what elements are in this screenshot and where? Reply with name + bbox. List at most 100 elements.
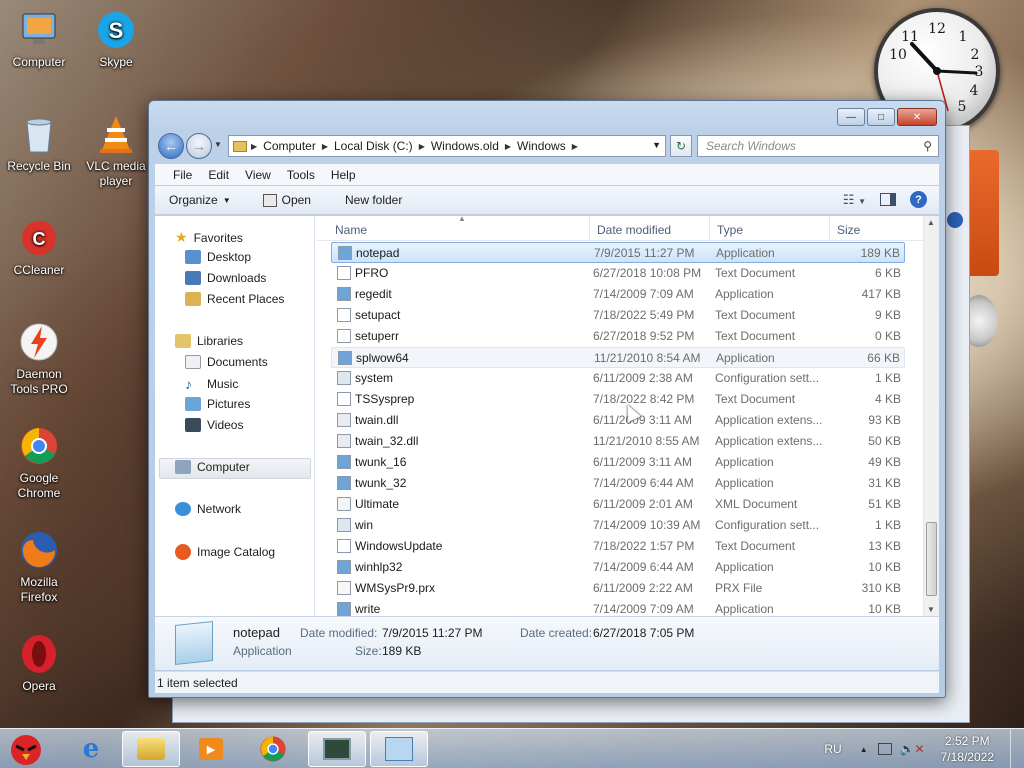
- taskbar-control-panel-button[interactable]: [370, 731, 428, 767]
- back-button[interactable]: ←: [158, 133, 184, 159]
- file-row[interactable]: twunk_32 7/14/2009 6:44 AM Application 31 K…: [331, 473, 905, 494]
- nav-pictures[interactable]: Pictures: [185, 397, 250, 411]
- refresh-button[interactable]: ↻: [670, 135, 692, 157]
- menu-file[interactable]: File: [165, 168, 200, 182]
- file-row[interactable]: splwow64 11/21/2010 8:54 AM Application 66 …: [331, 347, 905, 368]
- file-row[interactable]: setupact 7/18/2022 5:49 PM Text Document 9 …: [331, 305, 905, 326]
- volume-muted-icon[interactable]: 🔈✕: [900, 742, 925, 756]
- file-row[interactable]: winhlp32 7/14/2009 6:44 AM Application 10 K…: [331, 557, 905, 578]
- scroll-thumb[interactable]: [926, 522, 937, 596]
- desktop-icon-daemon-tools[interactable]: Daemon Tools PRO: [1, 320, 77, 397]
- taskbar-explorer-button[interactable]: [122, 731, 180, 767]
- breadcrumb-windows-old[interactable]: Windows.old: [425, 139, 505, 153]
- desktop-icon-vlc[interactable]: VLC media player: [78, 112, 154, 189]
- nav-favorites[interactable]: ★ Favorites: [175, 229, 243, 246]
- nav-libraries[interactable]: Libraries: [175, 334, 243, 348]
- recent-pages-icon[interactable]: ▼: [214, 140, 222, 149]
- desktop-icon-computer[interactable]: Computer: [1, 8, 77, 70]
- taskbar-chrome-button[interactable]: [244, 731, 302, 767]
- taskbar-ie-button[interactable]: e: [62, 731, 120, 767]
- details-file-name: notepad: [233, 625, 280, 640]
- preview-pane-icon[interactable]: [880, 193, 896, 206]
- clock-tray[interactable]: 2:52 PM 7/18/2022: [941, 733, 994, 765]
- file-row[interactable]: regedit 7/14/2009 7:09 AM Application 417 K…: [331, 284, 905, 305]
- computer-icon: [17, 8, 61, 52]
- desktop-icon-chrome[interactable]: Google Chrome: [1, 424, 77, 501]
- new-folder-button[interactable]: New folder: [335, 193, 412, 207]
- explorer-window[interactable]: — □ ✕ ← → ▼ ▶ Computer ▶ Local Disk (C:)…: [148, 100, 946, 698]
- file-row[interactable]: twunk_16 6/11/2009 3:11 AM Application 49 K…: [331, 452, 905, 473]
- file-row[interactable]: twain_32.dll 11/21/2010 8:55 AM Applicatio…: [331, 431, 905, 452]
- search-icon[interactable]: ⚲: [923, 139, 932, 153]
- file-row[interactable]: notepad 7/9/2015 11:27 PM Application 189 K…: [331, 242, 905, 263]
- desktop-icon-recycle-bin[interactable]: Recycle Bin: [1, 112, 77, 174]
- address-bar[interactable]: ▶ Computer ▶ Local Disk (C:) ▶ Windows.o…: [228, 135, 666, 157]
- column-divider[interactable]: [829, 216, 830, 241]
- breadcrumb-computer[interactable]: Computer: [257, 139, 322, 153]
- file-row[interactable]: PFRO 6/27/2018 10:08 PM Text Document 6 KB: [331, 263, 905, 284]
- desktop-icon-opera[interactable]: Opera: [1, 632, 77, 694]
- vertical-scrollbar[interactable]: ▲ ▼: [923, 216, 939, 616]
- file-row[interactable]: setuperr 6/27/2018 9:52 PM Text Document 0 …: [331, 326, 905, 347]
- help-icon[interactable]: ?: [910, 191, 927, 208]
- column-type[interactable]: Type: [717, 223, 743, 237]
- nav-image-catalog[interactable]: Image Catalog: [175, 544, 275, 560]
- organize-button[interactable]: Organize ▼: [155, 193, 241, 207]
- chevron-right-icon[interactable]: ▶: [572, 142, 578, 151]
- nav-documents[interactable]: Documents: [185, 355, 268, 369]
- file-row[interactable]: WMSysPr9.prx 6/11/2009 2:22 AM PRX File 310…: [331, 578, 905, 599]
- taskbar-media-button[interactable]: ▶: [182, 731, 240, 767]
- text-document-icon: [337, 266, 351, 280]
- file-row[interactable]: Ultimate 6/11/2009 2:01 AM XML Document 51 …: [331, 494, 905, 515]
- file-date-modified: 11/21/2010 8:55 AM: [593, 434, 700, 448]
- breadcrumb-windows[interactable]: Windows: [511, 139, 572, 153]
- desktop-icon-ccleaner[interactable]: C CCleaner: [1, 216, 77, 278]
- language-indicator[interactable]: RU: [824, 742, 841, 756]
- file-row[interactable]: WindowsUpdate 7/18/2022 1:57 PM Text Docum…: [331, 536, 905, 557]
- svg-text:11: 11: [901, 29, 919, 45]
- nav-recent-places[interactable]: Recent Places: [185, 292, 284, 306]
- open-icon: [262, 193, 277, 207]
- nav-music[interactable]: ♪ Music: [185, 376, 238, 392]
- menu-edit[interactable]: Edit: [200, 168, 237, 182]
- breadcrumb-local-disk[interactable]: Local Disk (C:): [328, 139, 419, 153]
- menu-view[interactable]: View: [237, 168, 279, 182]
- network-tray-icon[interactable]: [877, 743, 892, 755]
- nav-network[interactable]: Network: [175, 502, 241, 516]
- menu-tools[interactable]: Tools: [279, 168, 323, 182]
- nav-computer[interactable]: Computer: [175, 460, 250, 474]
- view-options-icon[interactable]: ☷ ▼: [843, 192, 866, 208]
- column-name[interactable]: Name: [335, 223, 367, 237]
- column-divider[interactable]: [709, 216, 710, 241]
- maximize-button[interactable]: □: [867, 108, 895, 126]
- desktop-icon-firefox[interactable]: Mozilla Firefox: [1, 528, 77, 605]
- file-row[interactable]: twain.dll 6/11/2009 3:11 AM Application ex…: [331, 410, 905, 431]
- column-size[interactable]: Size: [837, 223, 860, 237]
- file-row[interactable]: TSSysprep 7/18/2022 8:42 PM Text Document 4…: [331, 389, 905, 410]
- column-divider[interactable]: [589, 216, 590, 241]
- search-input[interactable]: Search Windows ⚲: [697, 135, 939, 157]
- address-dropdown-icon[interactable]: ▼: [652, 140, 661, 150]
- nav-downloads[interactable]: Downloads: [185, 271, 266, 285]
- menu-help[interactable]: Help: [323, 168, 364, 182]
- close-button[interactable]: ✕: [897, 108, 937, 126]
- scroll-up-icon[interactable]: ▲: [927, 218, 935, 227]
- scroll-down-icon[interactable]: ▼: [927, 605, 935, 614]
- file-row[interactable]: write 7/14/2009 7:09 AM Application 10 KB: [331, 599, 905, 616]
- nav-videos[interactable]: Videos: [185, 418, 243, 432]
- taskbar-app-button[interactable]: [308, 731, 366, 767]
- column-date-modified[interactable]: Date modified: [597, 223, 671, 237]
- start-button[interactable]: [4, 729, 48, 768]
- open-label: Open: [281, 193, 311, 207]
- file-row[interactable]: win 7/14/2009 10:39 AM Configuration sett.…: [331, 515, 905, 536]
- open-button[interactable]: Open: [253, 193, 321, 207]
- application-icon: [337, 287, 351, 301]
- nav-desktop[interactable]: Desktop: [185, 250, 251, 264]
- show-hidden-icons-icon[interactable]: ▲: [860, 745, 868, 754]
- forward-button[interactable]: →: [186, 133, 212, 159]
- desktop-icon-skype[interactable]: S Skype: [78, 8, 154, 70]
- file-row[interactable]: system 6/11/2009 2:38 AM Configuration set…: [331, 368, 905, 389]
- show-desktop-button[interactable]: [1010, 729, 1024, 768]
- minimize-button[interactable]: —: [837, 108, 865, 126]
- menu-bar: File Edit View Tools Help: [155, 164, 939, 185]
